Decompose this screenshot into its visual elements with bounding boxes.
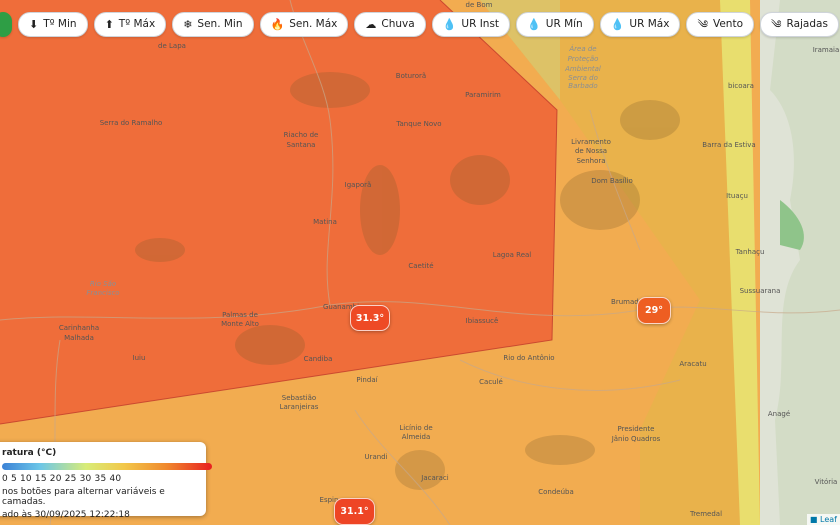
place-label: Serra do bbox=[568, 74, 598, 82]
place-label: Tanhaçu bbox=[735, 248, 765, 256]
place-label: Boturorã bbox=[396, 72, 426, 80]
place-label: de Nossa bbox=[575, 147, 607, 155]
toolbar-button-3[interactable]: ❄ Sen. Min bbox=[172, 11, 254, 37]
toolbar-button-label: UR Mín bbox=[545, 18, 583, 30]
legend-hint: nos botões para alternar variáveis e cam… bbox=[2, 487, 165, 507]
place-label: Vitória bbox=[815, 478, 838, 486]
temperature-marker[interactable]: 31.1° bbox=[334, 498, 375, 525]
place-label: Barra da Estiva bbox=[702, 141, 755, 149]
attribution-text[interactable]: Leaf bbox=[820, 515, 837, 524]
place-label: Urandi bbox=[364, 453, 387, 461]
place-label: Licínio de bbox=[399, 424, 432, 432]
leaflet-attribution[interactable]: ■ Leaf bbox=[806, 514, 840, 525]
place-label: Dom Basílio bbox=[591, 177, 633, 185]
fire-icon: 🔥 bbox=[270, 17, 285, 31]
place-label: Sebastião bbox=[282, 394, 316, 402]
place-label: Almeida bbox=[402, 433, 431, 441]
active-layer-indicator[interactable] bbox=[0, 11, 12, 37]
place-label: Jânio Quadros bbox=[611, 435, 661, 443]
place-label: Carinhanha bbox=[59, 324, 99, 332]
place-label: Lagoa Real bbox=[493, 251, 532, 259]
place-label: Caetité bbox=[408, 262, 433, 270]
place-label: Jacaraci bbox=[420, 474, 449, 482]
toolbar-button-7[interactable]: 💧 UR Mín bbox=[516, 11, 594, 37]
toolbar-button-6[interactable]: 💧 UR Inst bbox=[431, 11, 511, 37]
droplet-icon: 💧 bbox=[610, 17, 625, 31]
legend-ticks: 0 5 10 15 20 25 30 35 40 bbox=[2, 474, 122, 484]
place-label: Francisco bbox=[86, 289, 119, 297]
place-label: Candiba bbox=[304, 355, 333, 363]
place-label: bicoara bbox=[728, 82, 754, 90]
place-label: Presidente bbox=[618, 425, 655, 433]
place-label: Ambiental bbox=[564, 65, 601, 73]
place-label: Barbado bbox=[568, 82, 597, 90]
toolbar-button-label: Tº Máx bbox=[118, 18, 156, 30]
toolbar-button-1[interactable]: ⬇ Tº Min bbox=[18, 11, 88, 37]
rain-cloud-icon: ☁ bbox=[365, 17, 377, 31]
place-label: Igaporã bbox=[345, 181, 372, 189]
place-label: Paramirim bbox=[465, 91, 501, 99]
place-label: Rio São bbox=[90, 280, 116, 288]
place-label: Rio do Antônio bbox=[503, 354, 554, 362]
place-label: Condeúba bbox=[538, 488, 574, 496]
place-label: Malhada bbox=[64, 334, 94, 342]
toolbar-button-label: Tº Min bbox=[43, 18, 77, 30]
temperature-scale-bar bbox=[2, 463, 212, 470]
place-label: Ituaçu bbox=[726, 192, 748, 200]
place-label: Ibiassucê bbox=[466, 317, 499, 325]
place-label: Caculé bbox=[479, 378, 503, 386]
toolbar-button-label: Chuva bbox=[381, 18, 415, 30]
droplet-icon: 💧 bbox=[442, 17, 457, 31]
toolbar-button-8[interactable]: 💧 UR Máx bbox=[599, 11, 681, 37]
temperature-marker[interactable]: 31.3° bbox=[350, 305, 390, 331]
place-label: Serra do Ramalho bbox=[100, 119, 163, 127]
toolbar-button-5[interactable]: ☁ Chuva bbox=[354, 11, 426, 37]
map-legend: ratura (°C) 0 5 10 15 20 25 30 35 40 nos… bbox=[0, 442, 212, 520]
wind-icon: ༄ bbox=[697, 17, 708, 31]
droplet-icon: 💧 bbox=[527, 17, 541, 31]
toolbar-button-label: Rajadas bbox=[786, 18, 828, 30]
place-label: Proteção bbox=[568, 55, 599, 63]
toolbar-button-2[interactable]: ⬆ Tº Máx bbox=[93, 11, 167, 37]
place-label: Matina bbox=[313, 218, 337, 226]
place-label: Sussuarana bbox=[740, 287, 781, 295]
arrow-up-icon: ⬆ bbox=[104, 17, 114, 31]
toolbar-button-label: UR Máx bbox=[629, 18, 670, 30]
temperature-marker[interactable]: 29° bbox=[637, 297, 671, 324]
toolbar-button-4[interactable]: 🔥 Sen. Máx bbox=[259, 11, 349, 37]
wind-icon: ༄ bbox=[771, 17, 782, 31]
place-label: Livramento bbox=[571, 138, 611, 146]
arrow-down-icon: ⬇ bbox=[29, 17, 39, 31]
place-label: Monte Alto bbox=[221, 320, 259, 328]
legend-title: ratura (°C) bbox=[2, 448, 57, 458]
toolbar-button-label: UR Inst bbox=[461, 18, 500, 30]
variable-toolbar: ⬇ Tº Min ⬆ Tº Máx ❄ Sen. Min 🔥 Sen. Máx ☁ Chuva 💧 U… bbox=[0, 0, 840, 48]
place-label: Anagé bbox=[768, 410, 790, 418]
toolbar-button-10[interactable]: ༄ Rajadas bbox=[760, 11, 839, 37]
place-label: Laranjeiras bbox=[280, 403, 319, 411]
toolbar-button-label: Sen. Máx bbox=[289, 18, 338, 30]
toolbar-button-label: Sen. Min bbox=[197, 18, 243, 30]
place-label: Pindaí bbox=[356, 376, 378, 384]
place-label: Iuiu bbox=[133, 354, 146, 362]
place-label: Santana bbox=[287, 141, 316, 149]
snowflake-icon: ❄ bbox=[183, 17, 193, 31]
place-label: Riacho de bbox=[284, 131, 319, 139]
toolbar-button-label: Vento bbox=[712, 18, 743, 30]
place-label: Tanque Novo bbox=[395, 120, 441, 128]
place-label: Senhora bbox=[576, 157, 605, 165]
legend-updated: ado às 30/09/2025 12:22:18 bbox=[2, 510, 130, 520]
place-label: Aracatu bbox=[679, 360, 706, 368]
place-label: Palmas de bbox=[222, 311, 258, 319]
place-label: Tremedal bbox=[689, 510, 722, 518]
toolbar-button-9[interactable]: ༄ Vento bbox=[686, 11, 754, 37]
